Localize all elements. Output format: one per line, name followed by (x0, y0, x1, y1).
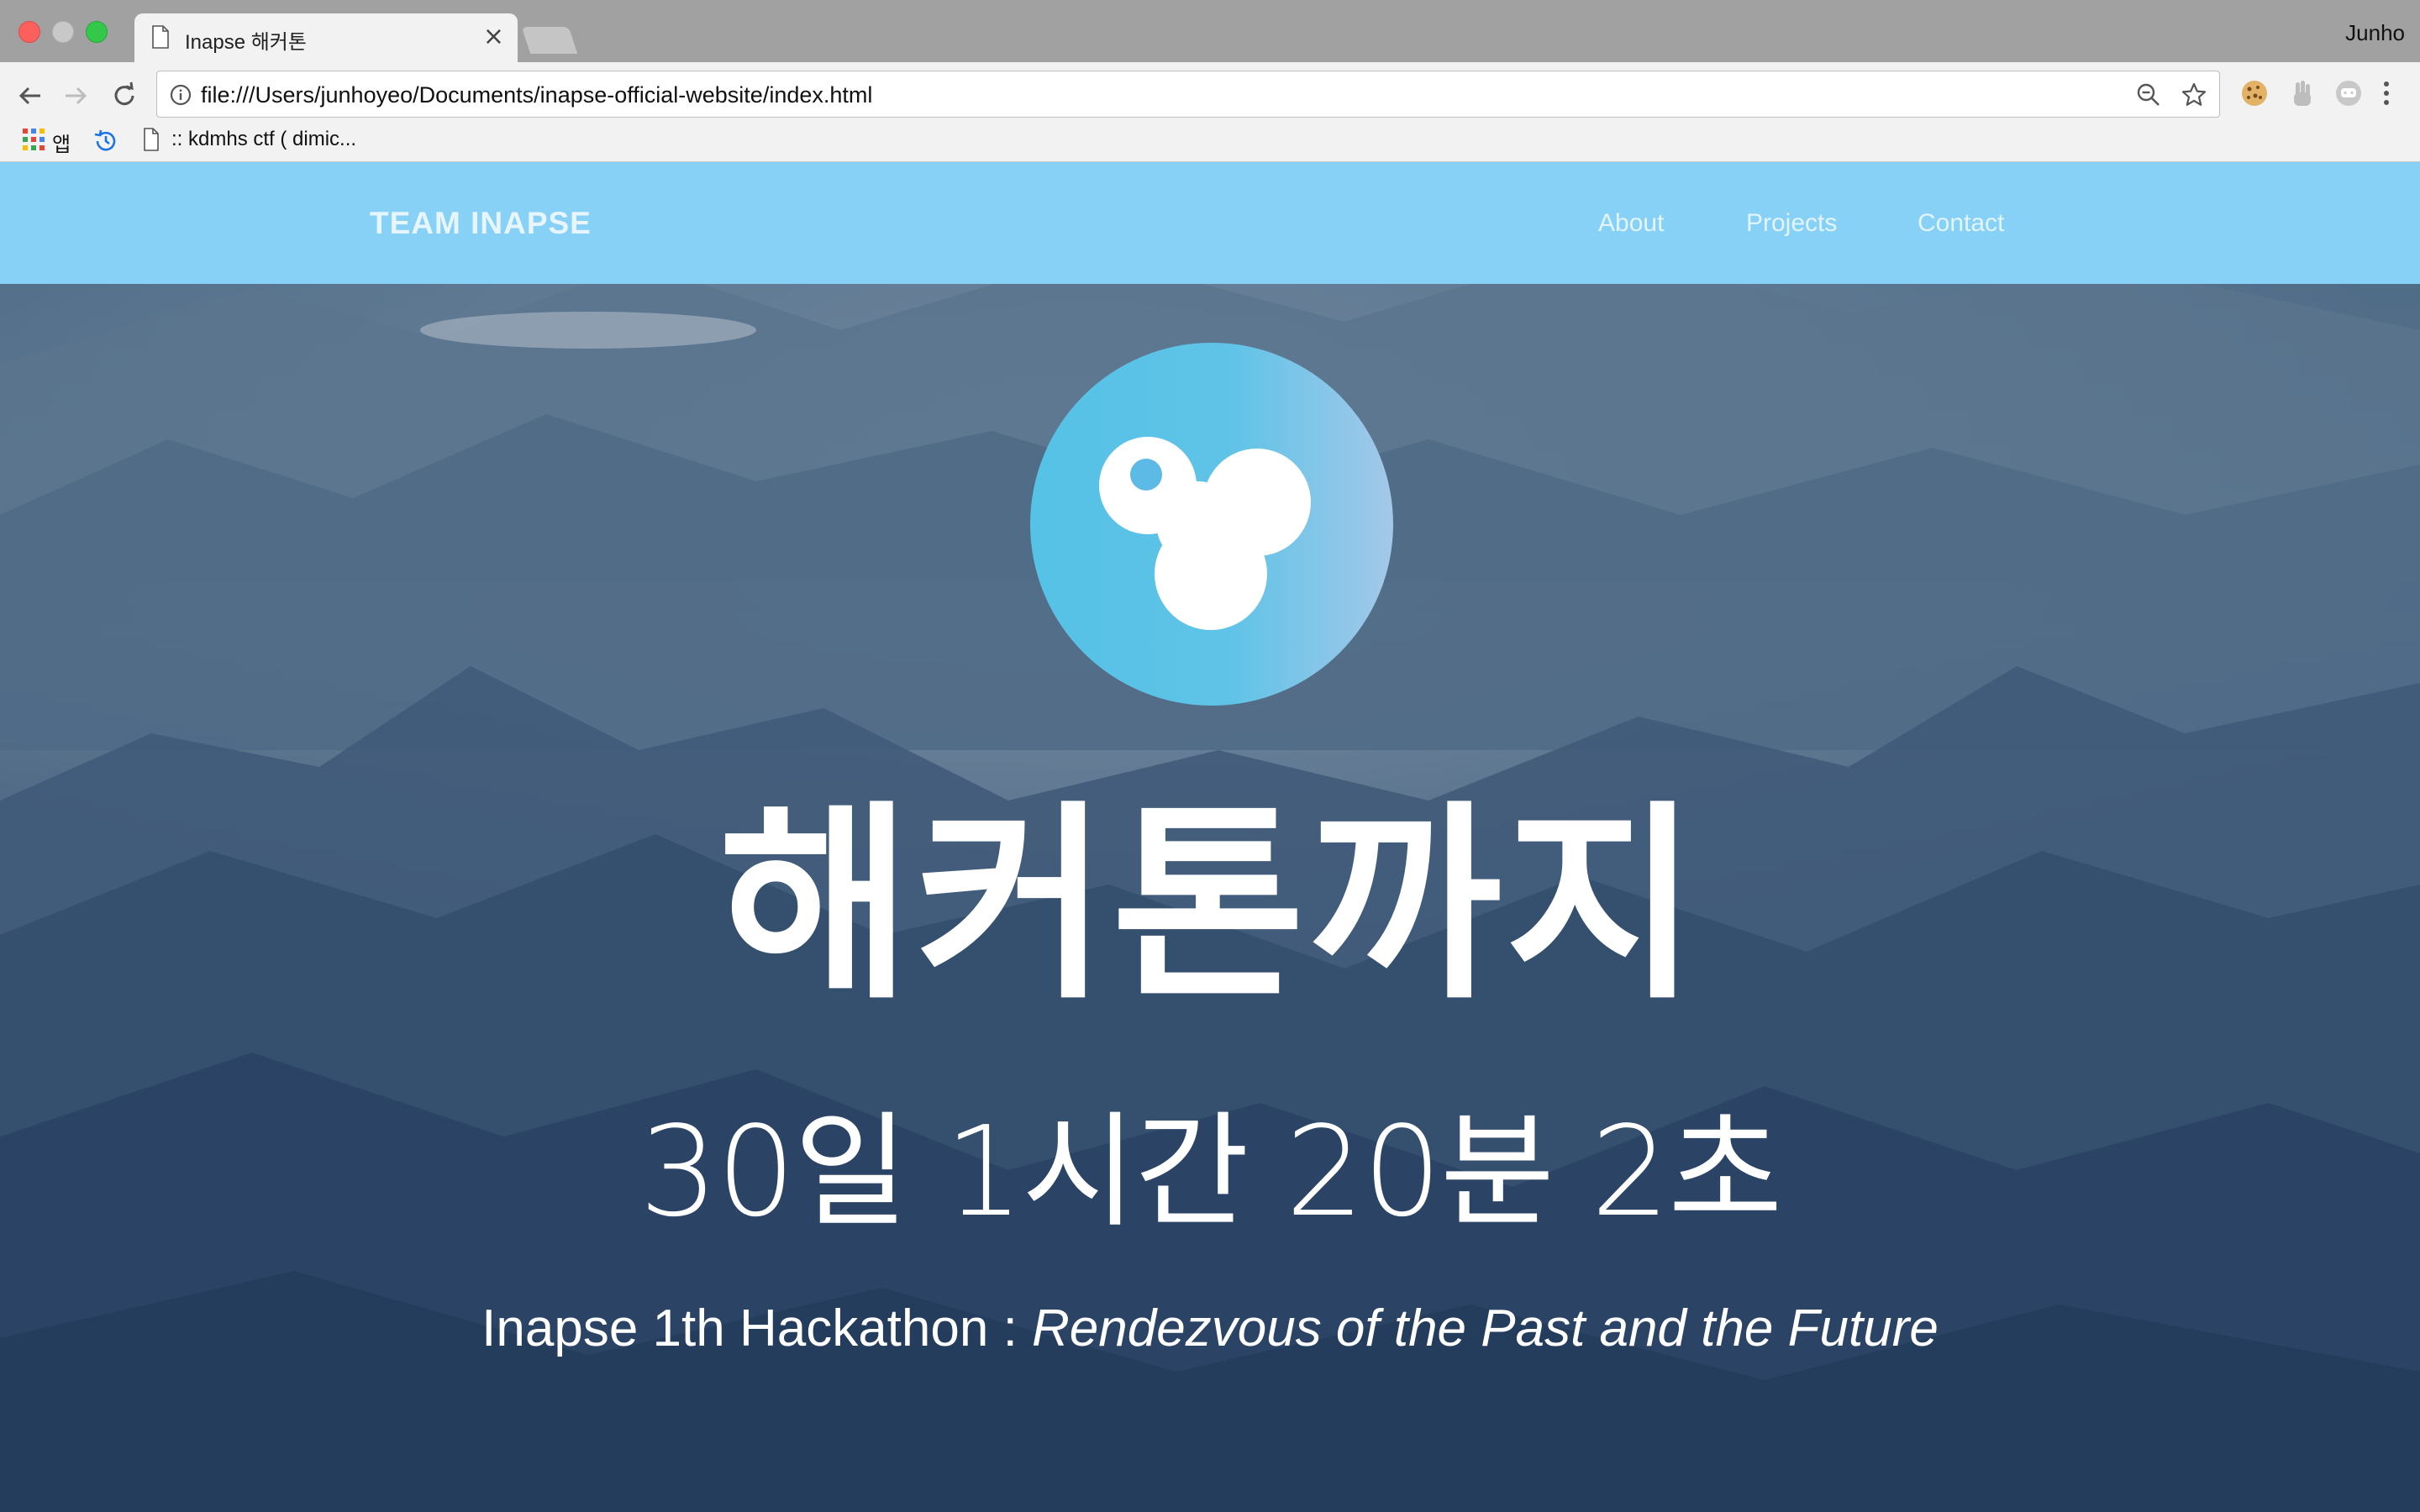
hand-icon[interactable] (2286, 77, 2317, 109)
browser-tab-strip: Inapse 해커톤 × Junho (0, 0, 2420, 62)
bookmarks-bar: 앱 :: kdmhs ctf ( dimic... (0, 128, 2420, 162)
bookmark-item[interactable]: :: kdmhs ctf ( dimic... (171, 128, 356, 151)
hero-headline: 해커톤까지 (718, 783, 1702, 1027)
tab-title: Inapse 해커톤 (185, 31, 307, 54)
apps-label[interactable]: 앱 (52, 128, 71, 157)
window-close-button[interactable] (18, 21, 40, 43)
nav-link-projects[interactable]: Projects (1746, 209, 1837, 238)
history-icon[interactable] (92, 128, 119, 155)
star-icon[interactable] (2181, 81, 2207, 108)
tab-close-icon[interactable]: × (483, 22, 504, 51)
subtitle-italic: Rendezvous of the Past and the Future (1032, 1299, 1939, 1357)
nav-link-about[interactable]: About (1598, 209, 1664, 238)
new-tab-button[interactable] (521, 27, 578, 54)
browser-tab-active[interactable]: Inapse 해커톤 × (134, 13, 518, 62)
hero-subtitle: Inapse 1th Hackathon : Rendezvous of the… (0, 1303, 2420, 1355)
web-page: TEAM INAPSE About Projects Contact 해커톤까지… (0, 162, 2420, 1512)
window-minimize-button[interactable] (52, 21, 74, 43)
site-navbar: TEAM INAPSE About Projects Contact (0, 162, 2420, 284)
chat-icon[interactable] (2333, 77, 2365, 109)
cookie-icon[interactable] (2238, 77, 2270, 109)
document-icon (144, 128, 159, 151)
kebab-menu-icon[interactable] (2376, 77, 2396, 109)
subtitle-plain: Inapse 1th Hackathon : (481, 1299, 1033, 1357)
window-maximize-button[interactable] (86, 21, 108, 43)
apps-grid-icon[interactable] (22, 128, 45, 151)
info-icon[interactable] (169, 83, 192, 107)
arrow-right-icon[interactable] (59, 79, 92, 113)
url-text[interactable]: file:///Users/junhoyeo/Documents/inapse-… (201, 82, 872, 108)
profile-name[interactable]: Junho (2345, 20, 2405, 46)
browser-toolbar: file:///Users/junhoyeo/Documents/inapse-… (0, 62, 2420, 128)
document-icon (152, 25, 169, 49)
countdown-timer: 30일 1시간 20분 2초 (639, 1100, 1783, 1244)
nav-link-contact[interactable]: Contact (1918, 209, 2004, 238)
address-bar[interactable]: file:///Users/junhoyeo/Documents/inapse-… (156, 71, 2220, 118)
site-brand[interactable]: TEAM INAPSE (370, 206, 592, 241)
reload-icon[interactable] (108, 79, 141, 113)
inapse-logo (1030, 343, 1393, 706)
zoom-out-icon[interactable] (2135, 81, 2162, 108)
arrow-left-icon[interactable] (13, 79, 47, 113)
